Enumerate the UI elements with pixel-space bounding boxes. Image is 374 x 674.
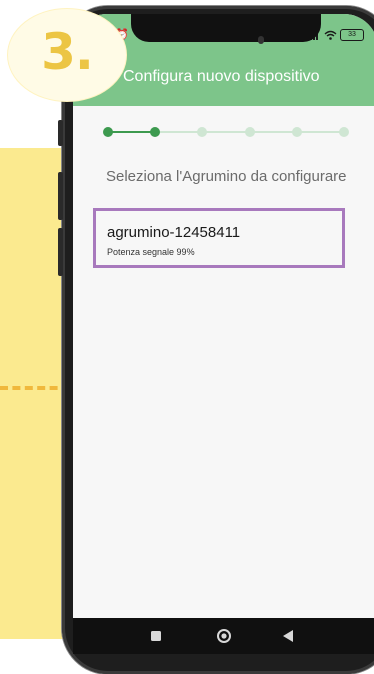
step-number-badge: 3. [8, 9, 126, 101]
back-icon[interactable] [283, 630, 293, 642]
recent-apps-icon[interactable] [151, 631, 161, 641]
progress-stepper [103, 127, 349, 137]
front-camera [258, 36, 264, 44]
device-name: agrumino-12458411 [107, 224, 241, 241]
phone-volume-down [58, 228, 63, 276]
dashed-connector-line [0, 386, 70, 390]
camera-notch [131, 14, 321, 42]
stepper-dot [339, 127, 349, 137]
stepper-dot [103, 127, 113, 137]
signal-strength-text: Potenza segnale 99% [107, 247, 195, 257]
stepper-dot [197, 127, 208, 137]
phone-volume-up [58, 172, 63, 220]
home-icon[interactable] [217, 629, 231, 643]
stepper-connector [296, 131, 344, 133]
instruction-text: Seleziona l'Agrumino da configurare [106, 168, 347, 185]
stepper-connector [202, 131, 250, 133]
stepper-connector [155, 131, 203, 133]
stepper-dot [244, 127, 255, 137]
page-title: Configura nuovo dispositivo [123, 68, 320, 85]
phone-side-button [58, 120, 63, 146]
stepper-connector [108, 131, 156, 133]
wifi-icon [324, 30, 337, 40]
stepper-dot [150, 127, 161, 137]
step-number: 3. [41, 23, 94, 81]
device-list-item[interactable]: agrumino-12458411 Potenza segnale 99% [93, 208, 345, 268]
stepper-dot [291, 127, 302, 137]
battery-icon: 33 [340, 29, 364, 41]
phone-screen: ✂ ⏰ 33 Configura nuovo dispositivo Selez… [73, 14, 374, 632]
android-nav-bar [73, 618, 374, 654]
stepper-connector [249, 131, 297, 133]
